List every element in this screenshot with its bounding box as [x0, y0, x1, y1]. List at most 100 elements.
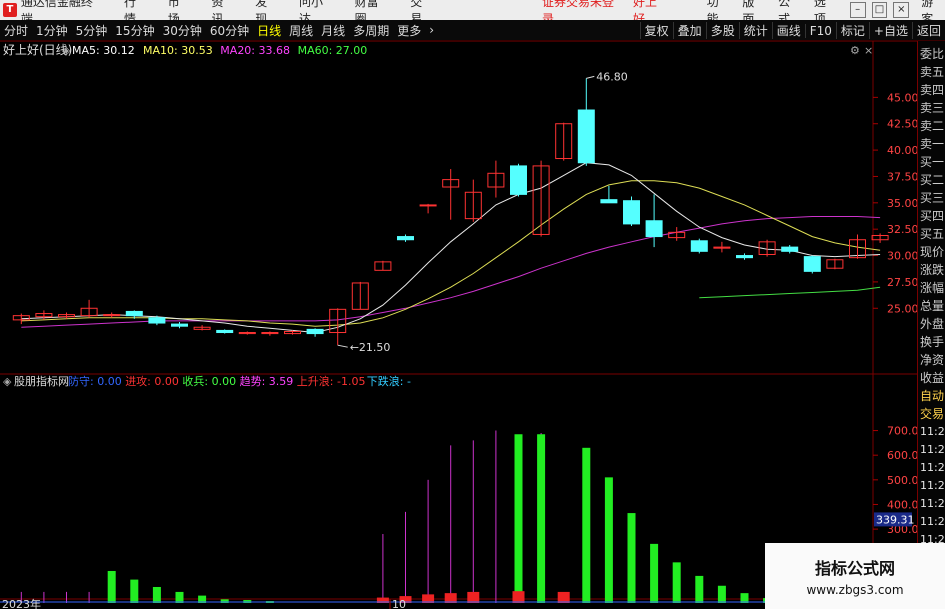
side-bottom-item-0[interactable]: 自动 [918, 387, 945, 405]
period-1min[interactable]: 1分钟 [32, 22, 72, 39]
candle-body [125, 310, 143, 317]
high-label: 46.80 [596, 70, 628, 83]
y-tick-label-4: 35.00 [887, 197, 917, 210]
side-item-18[interactable]: 收益 [918, 369, 945, 387]
period-15min[interactable]: 15分钟 [111, 22, 158, 39]
y-tick-label-5: 37.50 [887, 170, 917, 183]
high-pointer [586, 75, 595, 79]
side-item-10[interactable]: 买五 [918, 225, 945, 243]
quote-side-panel: 委比 卖五 卖四 卖三 卖二 卖一 买一 买二 买三 买四 买五 现价 涨跌 涨幅 总量 外盘 换手 净资 收益 自动… [917, 41, 945, 601]
ma-label-3: MA60: 27.00 [298, 44, 368, 57]
side-bottom-item-1[interactable]: 交易 [918, 405, 945, 423]
side-time-4: 11:28 [920, 497, 945, 510]
stock-chart[interactable]: 好上好(日线) MA5: 30.12 MA10: 30.53 MA20: 33.68 M… [0, 41, 917, 609]
y-tick-label-1: 27.50 [887, 276, 917, 289]
draw-line-button[interactable]: 画线 [771, 22, 805, 39]
attack-bar [557, 591, 570, 603]
ind-y-tick-label-3: 500.0 [887, 474, 917, 487]
candle-body [736, 255, 753, 259]
app-logo-icon: T [3, 3, 17, 17]
back-button[interactable]: 返回 [911, 22, 945, 39]
side-time-2: 11:28 [920, 461, 945, 474]
period-toolbar: 分时 1分钟 5分钟 15分钟 30分钟 60分钟 日线 周线 月线 多周期 更… [0, 20, 945, 41]
side-item-13[interactable]: 涨幅 [918, 279, 945, 297]
side-item-4[interactable]: 卖二 [918, 117, 945, 135]
candle-body [306, 328, 324, 335]
side-item-15[interactable]: 外盘 [918, 315, 945, 333]
candle-body [690, 240, 708, 252]
retreat-bar [650, 543, 659, 603]
side-item-6[interactable]: 买一 [918, 153, 945, 171]
statistics-button[interactable]: 统计 [738, 22, 772, 39]
ind-y-tick-label-5: 700.0 [887, 425, 917, 438]
close-pane-icon: × [864, 44, 873, 57]
side-item-5[interactable]: 卖一 [918, 135, 945, 153]
period-multi[interactable]: 多周期 [349, 22, 393, 39]
candle-body [645, 220, 663, 238]
candle-body [510, 165, 527, 195]
period-weekly[interactable]: 周线 [285, 22, 317, 39]
side-item-3[interactable]: 卖三 [918, 99, 945, 117]
y-tick-label-0: 25.00 [887, 302, 917, 315]
minimize-icon[interactable]: – [849, 2, 866, 18]
indicator-param-0: 防守: 0.00 [68, 374, 122, 388]
period-5min[interactable]: 5分钟 [72, 22, 112, 39]
retreat-bar [627, 513, 636, 603]
side-item-12[interactable]: 涨跌 [918, 261, 945, 279]
side-item-16[interactable]: 换手 [918, 333, 945, 351]
side-time-5: 11:28 [920, 515, 945, 528]
restore-rights-button[interactable]: 复权 [639, 22, 673, 39]
period-60min[interactable]: 60分钟 [206, 22, 253, 39]
chevron-right-icon[interactable]: › [425, 23, 438, 37]
side-time-1: 11:28 [920, 443, 945, 456]
candle-body [623, 200, 640, 225]
retreat-bar [672, 562, 681, 603]
attack-bar [467, 591, 480, 603]
title-bar: T 通达信金融终端 行情 市场 资讯 发现 问小达 财富圈 交易 证券交易未登录… [0, 0, 945, 26]
period-more[interactable]: 更多 [393, 22, 425, 39]
indicator-settings-icon: ◈ [3, 375, 12, 388]
candle-body [803, 256, 821, 272]
side-item-9[interactable]: 买四 [918, 207, 945, 225]
f10-button[interactable]: F10 [804, 23, 836, 38]
side-item-17[interactable]: 净资 [918, 351, 945, 369]
config-icon: ⚙ [850, 44, 860, 57]
y-tick-label-8: 45.00 [887, 91, 917, 104]
period-intraday[interactable]: 分时 [0, 22, 32, 39]
close-icon[interactable]: × [893, 2, 910, 18]
watermark-url: www.zbgs3.com [806, 583, 904, 597]
retreat-bar [537, 434, 546, 603]
watermark-title: 指标公式网 [814, 559, 895, 578]
candle-body [397, 236, 414, 241]
candle-body [171, 323, 188, 327]
low-pointer [337, 344, 348, 348]
retreat-bar [107, 570, 116, 603]
indicator-title: 股朋指标网 [14, 374, 69, 388]
mark-button[interactable]: 标记 [835, 22, 869, 39]
y-tick-label-2: 30.00 [887, 250, 917, 263]
maximize-icon[interactable]: □ [871, 2, 888, 18]
retreat-bar [514, 434, 523, 603]
period-30min[interactable]: 30分钟 [159, 22, 206, 39]
side-item-8[interactable]: 买三 [918, 189, 945, 207]
side-item-2[interactable]: 卖四 [918, 81, 945, 99]
settings-icon: ◈ [62, 44, 71, 57]
multi-stock-button[interactable]: 多股 [705, 22, 739, 39]
side-item-14[interactable]: 总量 [918, 297, 945, 315]
period-monthly[interactable]: 月线 [317, 22, 349, 39]
ind-y-tick-label-4: 600.0 [887, 449, 917, 462]
side-item-1[interactable]: 卖五 [918, 63, 945, 81]
period-daily[interactable]: 日线 [253, 22, 285, 39]
side-item-0[interactable]: 委比 [918, 45, 945, 63]
current-value-label: 339.31 [876, 513, 915, 526]
retreat-bar [130, 579, 139, 603]
candle-body [216, 329, 234, 334]
overlay-button[interactable]: 叠加 [672, 22, 706, 39]
side-item-7[interactable]: 买二 [918, 171, 945, 189]
ind-y-tick-label-2: 400.0 [887, 498, 917, 511]
side-item-11[interactable]: 现价 [918, 243, 945, 261]
indicator-param-4: 上升浪: -1.05 [297, 374, 366, 388]
attack-bar [512, 591, 525, 603]
ma20-line [21, 216, 881, 328]
add-watchlist-button[interactable]: +自选 [868, 22, 912, 39]
